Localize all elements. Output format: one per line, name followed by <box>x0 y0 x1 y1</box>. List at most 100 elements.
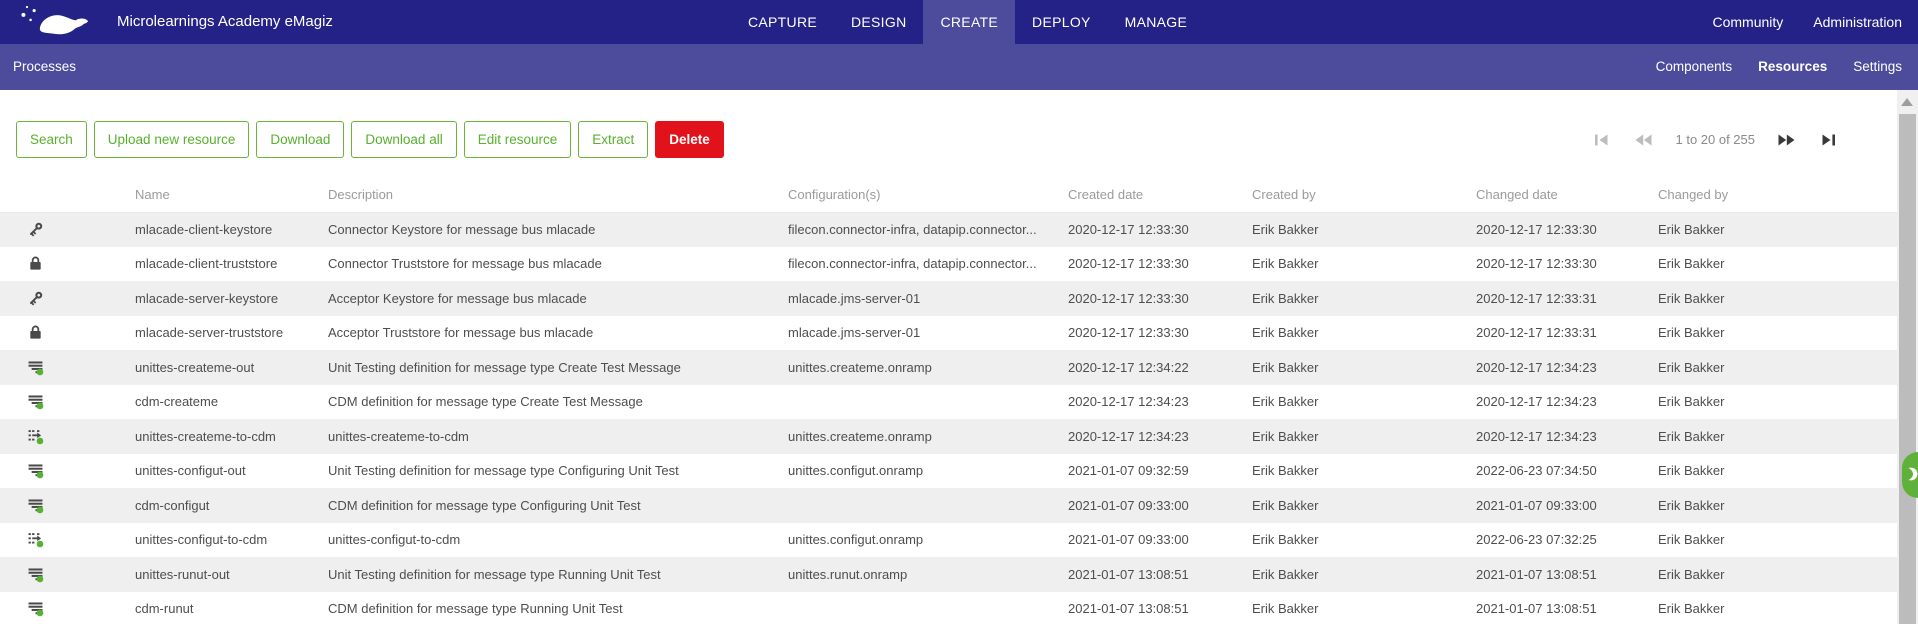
cell-name: unittes-runut-out <box>135 557 328 592</box>
cell-changed_by: Erik Bakker <box>1658 350 1897 385</box>
scroll-up-arrow-icon[interactable] <box>1901 98 1913 106</box>
table-row-unittes-configut-to-cdm[interactable]: unittes-configut-to-cdmunittes-configut-… <box>0 523 1897 558</box>
cell-changed_by: Erik Bakker <box>1658 488 1897 523</box>
cell-name: unittes-createme-out <box>135 350 328 385</box>
cell-created_date: 2020-12-17 12:33:30 <box>1068 316 1252 351</box>
cell-created_date: 2020-12-17 12:33:30 <box>1068 247 1252 282</box>
topbar-link-community[interactable]: Community <box>1698 0 1799 44</box>
transformation-icon <box>27 428 44 445</box>
subnav-right: Components Resources Settings <box>1630 44 1902 90</box>
cell-configurations: unittes.configut.onramp <box>788 454 1068 489</box>
cell-changed_date: 2020-12-17 12:33:30 <box>1476 247 1658 282</box>
cell-configurations: filecon.connector-infra, datapip.connect… <box>788 212 1068 247</box>
message-definition-icon <box>27 393 44 410</box>
topbar-link-administration[interactable]: Administration <box>1798 0 1902 44</box>
cell-name: cdm-runut <box>135 592 328 626</box>
cell-description: unittes-configut-to-cdm <box>328 523 788 558</box>
main-nav-tab-design[interactable]: DESIGN <box>834 0 923 44</box>
breadcrumb-processes[interactable]: Processes <box>13 44 76 90</box>
main-nav: CAPTUREDESIGNCREATEDEPLOYMANAGE <box>731 0 1204 44</box>
cell-created_date: 2021-01-07 09:33:00 <box>1068 523 1252 558</box>
cell-changed_date: 2021-01-07 13:08:51 <box>1476 592 1658 626</box>
cell-created_date: 2020-12-17 12:34:23 <box>1068 385 1252 420</box>
last-page-button[interactable] <box>1821 134 1836 146</box>
cell-created_by: Erik Bakker <box>1252 212 1476 247</box>
toolbar-buttons: SearchUpload new resourceDownloadDownloa… <box>16 121 731 158</box>
subnav-tab-settings[interactable]: Settings <box>1853 44 1902 90</box>
first-page-button[interactable] <box>1594 134 1609 146</box>
subnav-tab-resources[interactable]: Resources <box>1758 44 1827 90</box>
quick-action-tab[interactable] <box>1902 452 1918 498</box>
column-header-name[interactable]: Name <box>135 178 328 212</box>
cell-created_by: Erik Bakker <box>1252 557 1476 592</box>
cell-changed_by: Erik Bakker <box>1658 281 1897 316</box>
subnav-tab-components[interactable]: Components <box>1656 44 1733 90</box>
table-row-unittes-configut-out[interactable]: unittes-configut-outUnit Testing definit… <box>0 454 1897 489</box>
table-row-mlacade-client-truststore[interactable]: mlacade-client-truststoreConnector Trust… <box>0 247 1897 282</box>
cell-changed_by: Erik Bakker <box>1658 316 1897 351</box>
main-nav-tab-capture[interactable]: CAPTURE <box>731 0 834 44</box>
cell-name: mlacade-server-truststore <box>135 316 328 351</box>
cell-description: Unit Testing definition for message type… <box>328 557 788 592</box>
topbar-right-nav: CommunityAdministration <box>1698 0 1903 44</box>
download-all-button[interactable]: Download all <box>351 121 456 158</box>
cell-description: Acceptor Truststore for message bus mlac… <box>328 316 788 351</box>
table-row-unittes-createme-out[interactable]: unittes-createme-outUnit Testing definit… <box>0 350 1897 385</box>
cell-changed_by: Erik Bakker <box>1658 419 1897 454</box>
scrollbar-thumb[interactable] <box>1899 114 1916 624</box>
cell-created_date: 2020-12-17 12:33:30 <box>1068 212 1252 247</box>
column-header-created-date[interactable]: Created date <box>1068 178 1252 212</box>
pagination: 1 to 20 of 255 <box>1581 121 1849 158</box>
cell-configurations: mlacade.jms-server-01 <box>788 316 1068 351</box>
column-header-description[interactable]: Description <box>328 178 788 212</box>
cell-configurations <box>788 385 1068 420</box>
key-icon <box>27 290 44 307</box>
table-row-unittes-createme-to-cdm[interactable]: unittes-createme-to-cdmunittes-createme-… <box>0 419 1897 454</box>
cell-changed_by: Erik Bakker <box>1658 523 1897 558</box>
table-row-unittes-runut-out[interactable]: unittes-runut-outUnit Testing definition… <box>0 557 1897 592</box>
upload-new-resource-button[interactable]: Upload new resource <box>94 121 250 158</box>
column-header-created-by[interactable]: Created by <box>1252 178 1476 212</box>
column-header-changed-by[interactable]: Changed by <box>1658 178 1897 212</box>
search-button[interactable]: Search <box>16 121 87 158</box>
cell-created_by: Erik Bakker <box>1252 385 1476 420</box>
previous-page-button[interactable] <box>1635 134 1652 146</box>
message-definition-icon <box>27 600 44 617</box>
cell-name: unittes-configut-to-cdm <box>135 523 328 558</box>
table-row-cdm-createme[interactable]: cdm-createmeCDM definition for message t… <box>0 385 1897 420</box>
cell-name: cdm-configut <box>135 488 328 523</box>
pagination-label: 1 to 20 of 255 <box>1675 132 1755 147</box>
resources-table: NameDescriptionConfiguration(s)Created d… <box>0 178 1897 626</box>
cell-changed_by: Erik Bakker <box>1658 454 1897 489</box>
table-row-mlacade-server-keystore[interactable]: mlacade-server-keystoreAcceptor Keystore… <box>0 281 1897 316</box>
main-nav-tab-manage[interactable]: MANAGE <box>1108 0 1204 44</box>
emagiz-platypus-logo[interactable] <box>10 2 94 42</box>
table-row-cdm-configut[interactable]: cdm-configutCDM definition for message t… <box>0 488 1897 523</box>
app-title: Microlearnings Academy eMagiz <box>117 0 333 44</box>
key-icon <box>27 221 44 238</box>
topbar: Microlearnings Academy eMagiz CAPTUREDES… <box>0 0 1918 44</box>
table-row-cdm-runut[interactable]: cdm-runutCDM definition for message type… <box>0 592 1897 626</box>
cell-created_date: 2021-01-07 09:33:00 <box>1068 488 1252 523</box>
cell-created_date: 2020-12-17 12:34:22 <box>1068 350 1252 385</box>
column-header-changed-date[interactable]: Changed date <box>1476 178 1658 212</box>
cell-changed_date: 2020-12-17 12:34:23 <box>1476 350 1658 385</box>
main-nav-tab-deploy[interactable]: DEPLOY <box>1015 0 1108 44</box>
next-page-button[interactable] <box>1778 134 1795 146</box>
table-row-mlacade-client-keystore[interactable]: mlacade-client-keystoreConnector Keystor… <box>0 212 1897 247</box>
delete-button[interactable]: Delete <box>655 121 724 158</box>
cell-configurations: unittes.createme.onramp <box>788 350 1068 385</box>
column-header-configuration-s-[interactable]: Configuration(s) <box>788 178 1068 212</box>
cell-description: Unit Testing definition for message type… <box>328 454 788 489</box>
table-row-mlacade-server-truststore[interactable]: mlacade-server-truststoreAcceptor Trusts… <box>0 316 1897 351</box>
cell-created_by: Erik Bakker <box>1252 523 1476 558</box>
message-definition-icon <box>27 497 44 514</box>
lock-icon <box>27 324 44 341</box>
cell-changed_by: Erik Bakker <box>1658 385 1897 420</box>
main-nav-tab-create[interactable]: CREATE <box>923 0 1015 44</box>
edit-resource-button[interactable]: Edit resource <box>464 121 572 158</box>
vertical-scrollbar[interactable] <box>1897 90 1918 624</box>
download-button[interactable]: Download <box>256 121 344 158</box>
quick-action-icon <box>1904 465 1918 483</box>
extract-button[interactable]: Extract <box>578 121 648 158</box>
